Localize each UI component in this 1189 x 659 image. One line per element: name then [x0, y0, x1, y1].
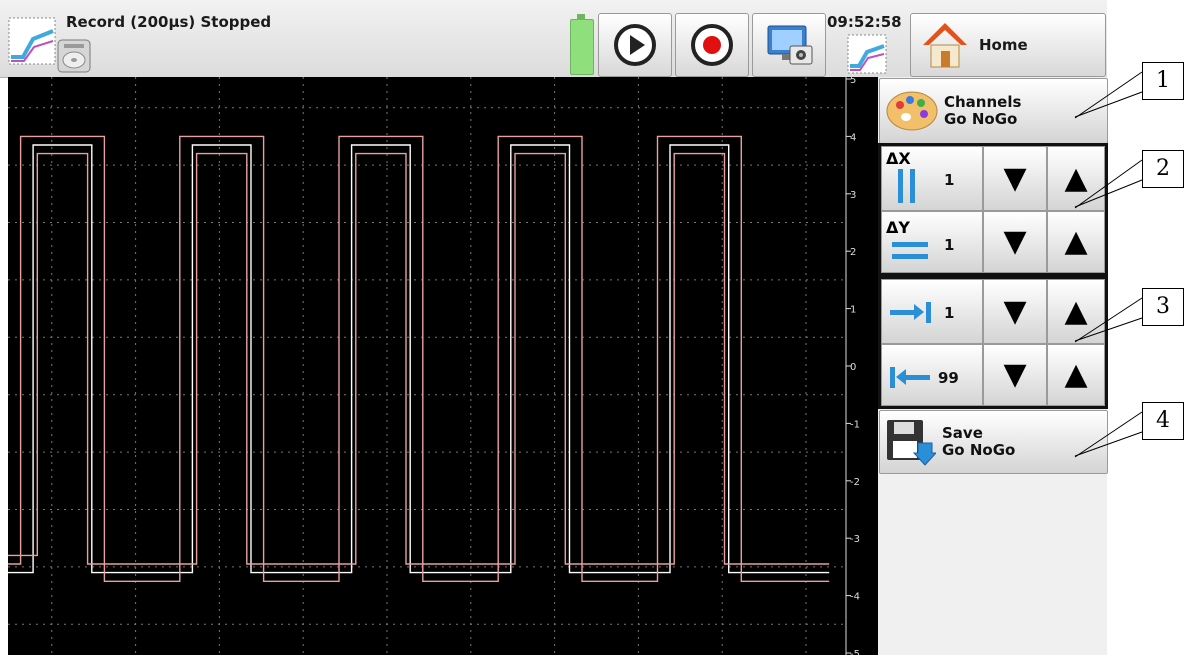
callout-leaders	[1074, 71, 1143, 458]
callout-4: 4	[1142, 402, 1184, 440]
callout-3: 3	[1142, 288, 1184, 326]
callout-1: 1	[1142, 62, 1184, 100]
callout-2: 2	[1142, 150, 1184, 188]
